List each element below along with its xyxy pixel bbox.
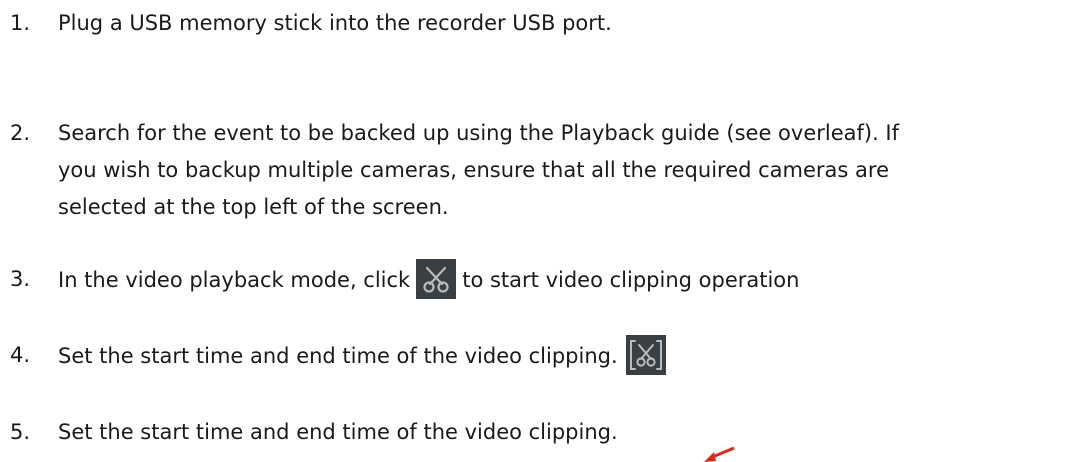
step-3-text: In the video playback mode, click to sta… bbox=[58, 259, 800, 301]
red-arrow-icon bbox=[704, 446, 735, 462]
step-4-number: 4. bbox=[10, 343, 31, 367]
step-1-text: Plug a USB memory stick into the recorde… bbox=[58, 11, 612, 35]
step-1-number: 1. bbox=[10, 11, 31, 35]
step-2-number: 2. bbox=[10, 121, 31, 145]
instruction-document: 1. Plug a USB memory stick into the reco… bbox=[0, 0, 1091, 462]
step-3-text-before: In the video playback mode, click bbox=[58, 268, 411, 292]
step-2-line-2: you wish to backup multiple cameras, ens… bbox=[58, 158, 889, 182]
scissors-icon bbox=[416, 259, 457, 299]
step-2-line-3: selected at the top left of the screen. bbox=[58, 195, 449, 219]
step-5-number: 5. bbox=[10, 420, 31, 444]
step-3-number: 3. bbox=[10, 267, 31, 291]
step-2: 2. Search for the event to be backed up … bbox=[0, 115, 1091, 226]
step-5-text: Set the start time and end time of the v… bbox=[58, 420, 618, 444]
step-4-text-line: Set the start time and end time of the v… bbox=[58, 335, 666, 377]
step-2-line-1: Search for the event to be backed up usi… bbox=[58, 121, 900, 145]
step-4-text: Set the start time and end time of the v… bbox=[58, 344, 618, 368]
scissors-bracket-icon bbox=[625, 335, 666, 375]
step-3-text-after: to start video clipping operation bbox=[462, 268, 800, 292]
